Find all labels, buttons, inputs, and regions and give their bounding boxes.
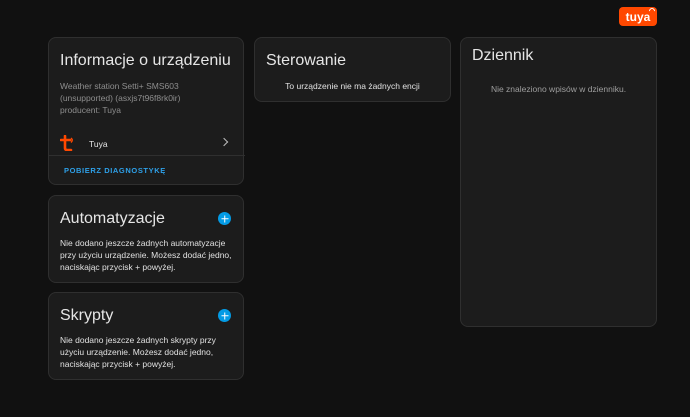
controls-card: Sterowanie To urządzenie nie ma żadnych … [254, 37, 451, 102]
scripts-card: Skrypty Nie dodano jeszcze żadnych skryp… [48, 292, 244, 380]
logbook-title: Dziennik [472, 47, 534, 64]
integration-link-tuya[interactable]: Tuya [49, 132, 245, 156]
logbook-empty-message: Nie znaleziono wpisów w dzienniku. [490, 84, 627, 94]
automations-title: Automatyzacje [60, 210, 165, 227]
add-script-icon[interactable] [218, 309, 231, 322]
automations-card: Automatyzacje Nie dodano jeszcze żadnych… [48, 195, 244, 283]
scripts-empty-message: Nie dodano jeszcze żadnych skrypty przy … [60, 335, 216, 369]
device-id: (unsupported) (asxjs7t96f8rk0ir) [60, 93, 181, 103]
divider [49, 155, 245, 156]
chevron-right-icon [219, 137, 229, 147]
device-info-title: Informacje o urządzeniu [60, 52, 231, 69]
logbook-card: Dziennik Nie znaleziono wpisów w dzienni… [460, 37, 657, 327]
download-diagnostics-button[interactable]: POBIERZ DIAGNOSTYKĘ [64, 166, 166, 175]
device-model: Weather station Setti+ SMS603 [60, 81, 179, 91]
add-automation-icon[interactable] [218, 212, 231, 225]
tuya-logo-text: tuya [625, 9, 651, 24]
device-description: Weather station Setti+ SMS603 (unsupport… [60, 80, 240, 116]
scripts-title: Skrypty [60, 307, 114, 324]
integration-label: Tuya [89, 139, 108, 149]
device-manufacturer: producent: Tuya [60, 105, 121, 115]
automations-empty-message: Nie dodano jeszcze żadnych automatyzacje… [60, 238, 232, 272]
controls-empty-message: To urządzenie nie ma żadnych encji [285, 81, 420, 91]
tuya-icon [60, 135, 73, 151]
controls-title: Sterowanie [266, 52, 347, 69]
tuya-logo: tuya [619, 6, 657, 26]
device-info-card: Informacje o urządzeniu Weather station … [48, 37, 245, 185]
